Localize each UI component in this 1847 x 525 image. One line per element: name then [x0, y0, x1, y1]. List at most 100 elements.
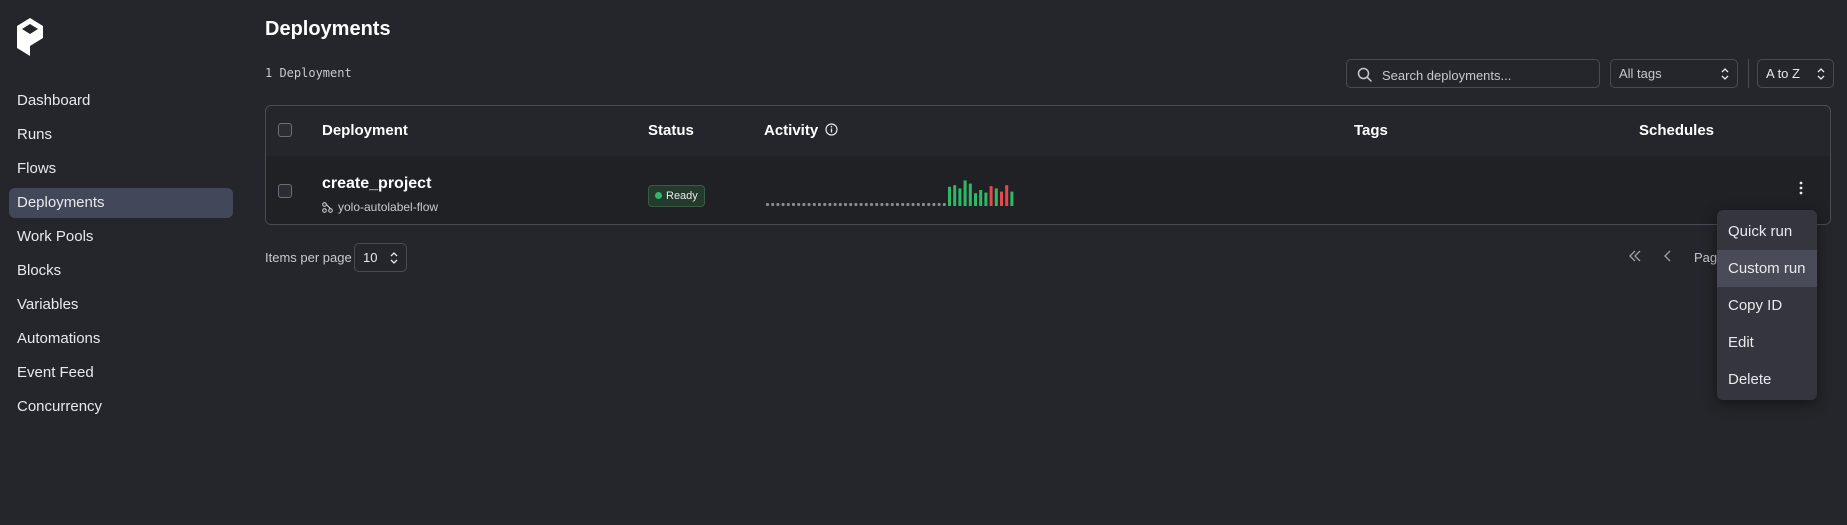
sidebar-item-automations[interactable]: Automations — [9, 324, 233, 354]
activity-empty-slot — [823, 203, 827, 206]
menu-item-custom-run[interactable]: Custom run — [1717, 250, 1817, 287]
activity-bar-completed[interactable] — [979, 190, 983, 206]
table-header: Deployment Status Activity Tags Schedule… — [266, 106, 1830, 157]
sidebar-item-work-pools[interactable]: Work Pools — [9, 222, 233, 252]
menu-item-delete[interactable]: Delete — [1717, 361, 1817, 398]
table-row[interactable]: create_project yolo-autolabel-flow Ready — [266, 156, 1830, 224]
activity-empty-slot — [911, 203, 915, 206]
prefect-logo-icon[interactable] — [17, 18, 43, 56]
sidebar-item-variables[interactable]: Variables — [9, 290, 233, 320]
items-per-page-select[interactable]: 10 — [354, 243, 407, 272]
activity-empty-slot — [864, 203, 868, 206]
column-header-activity[interactable]: Activity — [764, 122, 838, 139]
activity-empty-slot — [942, 203, 946, 206]
column-header-tags[interactable]: Tags — [1354, 122, 1388, 139]
activity-bar-completed[interactable] — [984, 192, 988, 206]
sidebar-item-dashboard[interactable]: Dashboard — [9, 86, 233, 116]
activity-sparkline[interactable] — [764, 170, 1064, 212]
sort-value: A to Z — [1766, 66, 1800, 81]
page-title: Deployments — [265, 18, 391, 40]
sidebar-item-deployments[interactable]: Deployments — [9, 188, 233, 218]
deployment-count: 1 Deployment — [265, 66, 352, 80]
activity-empty-slot — [776, 203, 780, 206]
activity-bar-completed[interactable] — [948, 186, 951, 206]
sidebar-item-concurrency[interactable]: Concurrency — [9, 392, 233, 422]
activity-bar-completed[interactable] — [968, 183, 972, 206]
sidebar-item-event-feed[interactable]: Event Feed — [9, 358, 233, 388]
tags-filter-select[interactable]: All tags — [1610, 59, 1738, 88]
chevron-up-down-icon — [1721, 68, 1729, 80]
deployments-table: Deployment Status Activity Tags Schedule… — [265, 105, 1831, 225]
activity-empty-slot — [880, 203, 884, 206]
tags-filter-value: All tags — [1619, 66, 1662, 81]
activity-empty-slot — [797, 203, 801, 206]
sidebar-item-flows[interactable]: Flows — [9, 154, 233, 184]
activity-empty-slot — [818, 203, 821, 206]
activity-bar-completed[interactable] — [963, 180, 967, 206]
activity-bar-failed[interactable] — [1005, 185, 1009, 206]
sort-select[interactable]: A to Z — [1757, 59, 1834, 88]
activity-empty-slot — [896, 203, 899, 206]
pagination: Items per page 10 Pag — [265, 243, 1845, 273]
menu-item-quick-run[interactable]: Quick run — [1717, 213, 1817, 250]
chevron-up-down-icon — [390, 252, 398, 264]
activity-empty-slot — [849, 203, 853, 206]
activity-empty-slot — [833, 203, 837, 206]
activity-empty-slot — [890, 203, 894, 206]
more-actions-icon[interactable] — [1797, 180, 1805, 196]
activity-empty-slot — [792, 203, 795, 206]
activity-bar-completed[interactable] — [1010, 191, 1014, 206]
items-per-page-value: 10 — [363, 250, 378, 265]
flow-link[interactable]: yolo-autolabel-flow — [322, 200, 438, 214]
activity-empty-slot — [906, 203, 910, 206]
activity-empty-slot — [916, 203, 920, 206]
sidebar-nav: Dashboard Runs Flows Deployments Work Po… — [9, 86, 233, 426]
activity-empty-slot — [870, 203, 873, 206]
search-icon — [1357, 67, 1372, 82]
activity-empty-slot — [766, 203, 769, 206]
activity-bar-failed[interactable] — [1000, 191, 1003, 206]
activity-empty-slot — [781, 203, 785, 206]
status-label: Ready — [666, 190, 698, 202]
first-page-icon[interactable] — [1628, 249, 1642, 263]
activity-empty-slot — [786, 203, 790, 206]
flow-name: yolo-autolabel-flow — [338, 200, 439, 214]
activity-empty-slot — [802, 203, 806, 206]
column-header-status[interactable]: Status — [648, 122, 694, 139]
activity-empty-slot — [812, 203, 816, 206]
previous-page-icon[interactable] — [1663, 249, 1673, 263]
select-all-checkbox[interactable] — [278, 123, 292, 137]
flow-icon — [322, 202, 333, 213]
activity-empty-slot — [901, 203, 905, 206]
activity-bar-failed[interactable] — [989, 186, 993, 206]
activity-empty-slot — [838, 203, 842, 206]
activity-bar-completed[interactable] — [974, 193, 977, 206]
menu-item-copy-id[interactable]: Copy ID — [1717, 287, 1817, 324]
page-indicator: Pag — [1694, 250, 1718, 265]
menu-item-edit[interactable]: Edit — [1717, 324, 1817, 361]
activity-bar-completed[interactable] — [994, 188, 998, 206]
sidebar-item-runs[interactable]: Runs — [9, 120, 233, 150]
search-input[interactable] — [1380, 65, 1594, 85]
activity-empty-slot — [854, 203, 858, 206]
activity-bar-completed[interactable] — [958, 188, 962, 206]
sidebar-item-blocks[interactable]: Blocks — [9, 256, 233, 286]
sidebar: Dashboard Runs Flows Deployments Work Po… — [0, 0, 245, 525]
activity-empty-slot — [807, 203, 811, 206]
row-checkbox[interactable] — [278, 184, 292, 198]
chevron-up-down-icon — [1817, 68, 1825, 80]
search-box[interactable] — [1346, 59, 1600, 88]
activity-header-label: Activity — [764, 122, 819, 139]
activity-empty-slot — [885, 203, 889, 206]
activity-empty-slot — [937, 203, 941, 206]
activity-empty-slot — [922, 203, 925, 206]
activity-empty-slot — [828, 203, 832, 206]
deployment-name-link[interactable]: create_project — [322, 175, 431, 193]
info-icon[interactable] — [825, 123, 838, 136]
column-header-deployment[interactable]: Deployment — [322, 122, 408, 139]
activity-empty-slot — [771, 203, 775, 206]
activity-empty-slot — [927, 203, 931, 206]
activity-bar-completed[interactable] — [953, 185, 957, 206]
status-badge: Ready — [648, 185, 705, 207]
column-header-schedules[interactable]: Schedules — [1639, 122, 1714, 139]
